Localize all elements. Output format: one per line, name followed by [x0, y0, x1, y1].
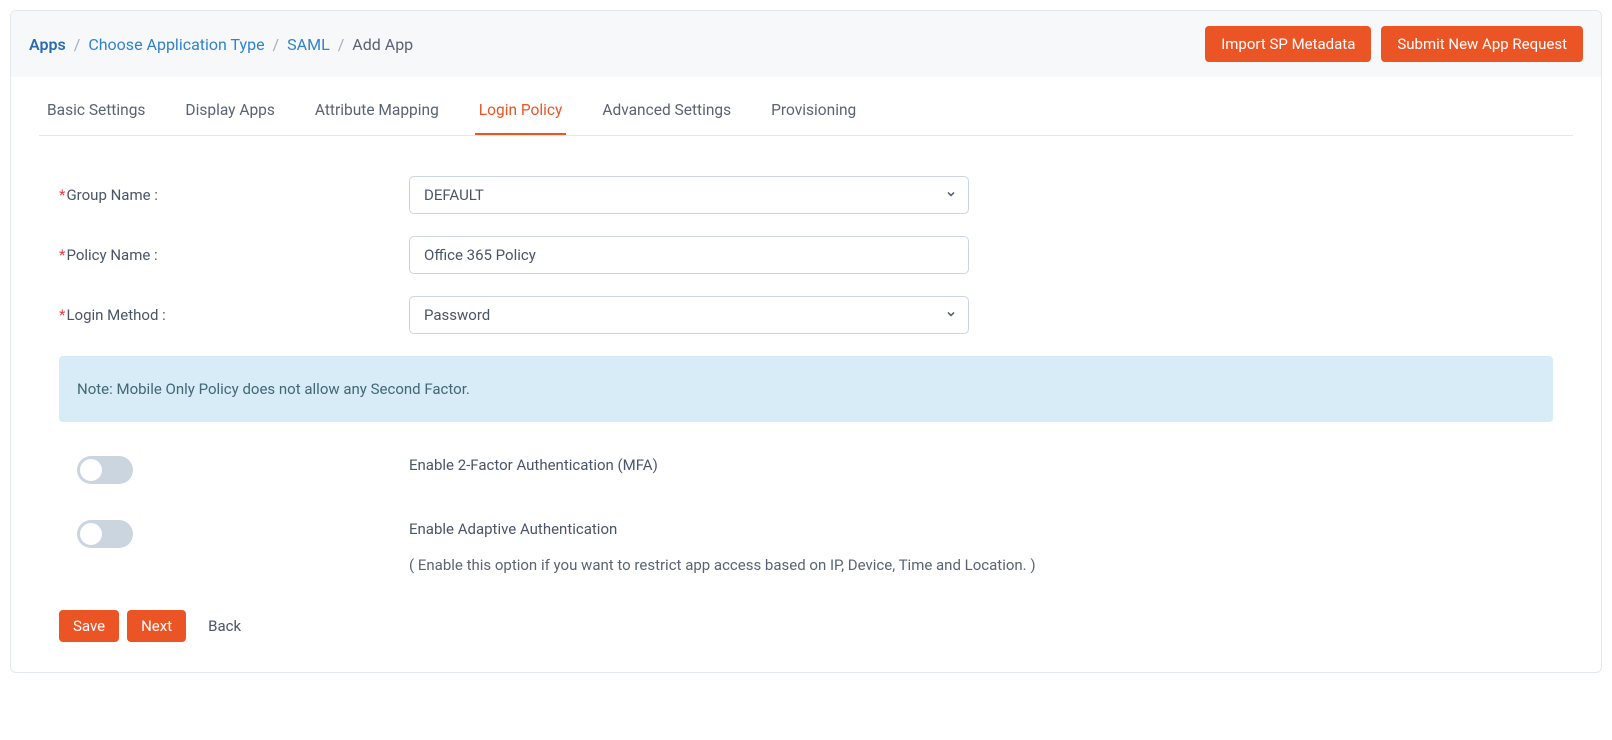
back-button[interactable]: Back — [194, 610, 255, 642]
tab-attribute-mapping[interactable]: Attribute Mapping — [311, 89, 443, 135]
label-enable-mfa: Enable 2-Factor Authentication (MFA) — [409, 456, 1553, 474]
card-header: Apps / Choose Application Type / SAML / … — [11, 11, 1601, 77]
card-body: Basic Settings Display Apps Attribute Ma… — [11, 77, 1601, 672]
alert-mobile-policy-note: Note: Mobile Only Policy does not allow … — [59, 356, 1553, 422]
row-login-method: *Login Method : Password — [59, 296, 1553, 334]
footer-actions: Save Next Back — [59, 610, 1553, 642]
breadcrumb-current: Add App — [352, 35, 413, 54]
submit-new-app-button[interactable]: Submit New App Request — [1381, 26, 1583, 62]
page-card: Apps / Choose Application Type / SAML / … — [10, 10, 1602, 673]
select-group-name[interactable]: DEFAULT — [409, 176, 969, 214]
sublabel-enable-adaptive: ( Enable this option if you want to rest… — [409, 556, 1553, 574]
save-button[interactable]: Save — [59, 610, 119, 642]
input-policy-name[interactable] — [409, 236, 969, 274]
toggle-enable-adaptive[interactable] — [77, 520, 133, 548]
breadcrumb-apps[interactable]: Apps — [29, 35, 66, 54]
breadcrumb-sep: / — [273, 35, 280, 54]
label-enable-adaptive: Enable Adaptive Authentication — [409, 520, 1553, 538]
header-actions: Import SP Metadata Submit New App Reques… — [1205, 26, 1583, 62]
breadcrumb-saml[interactable]: SAML — [287, 35, 330, 54]
tab-basic-settings[interactable]: Basic Settings — [43, 89, 149, 135]
tabs: Basic Settings Display Apps Attribute Ma… — [39, 89, 1573, 136]
row-group-name: *Group Name : DEFAULT — [59, 176, 1553, 214]
label-group-name: *Group Name : — [59, 186, 409, 204]
tab-display-apps[interactable]: Display Apps — [181, 89, 278, 135]
breadcrumb-sep: / — [74, 35, 81, 54]
breadcrumb-sep: / — [338, 35, 345, 54]
tab-login-policy[interactable]: Login Policy — [475, 89, 567, 135]
row-policy-name: *Policy Name : — [59, 236, 1553, 274]
import-metadata-button[interactable]: Import SP Metadata — [1205, 26, 1371, 62]
toggle-enable-mfa[interactable] — [77, 456, 133, 484]
row-enable-mfa: Enable 2-Factor Authentication (MFA) — [59, 456, 1553, 484]
next-button[interactable]: Next — [127, 610, 186, 642]
breadcrumb: Apps / Choose Application Type / SAML / … — [29, 35, 413, 54]
form-area: *Group Name : DEFAULT *Policy Name : — [39, 176, 1573, 652]
label-policy-name: *Policy Name : — [59, 246, 409, 264]
label-login-method: *Login Method : — [59, 306, 409, 324]
tab-provisioning[interactable]: Provisioning — [767, 89, 860, 135]
row-enable-adaptive: Enable Adaptive Authentication ( Enable … — [59, 520, 1553, 574]
select-login-method[interactable]: Password — [409, 296, 969, 334]
breadcrumb-choose-type[interactable]: Choose Application Type — [88, 35, 264, 54]
tab-advanced-settings[interactable]: Advanced Settings — [598, 89, 735, 135]
